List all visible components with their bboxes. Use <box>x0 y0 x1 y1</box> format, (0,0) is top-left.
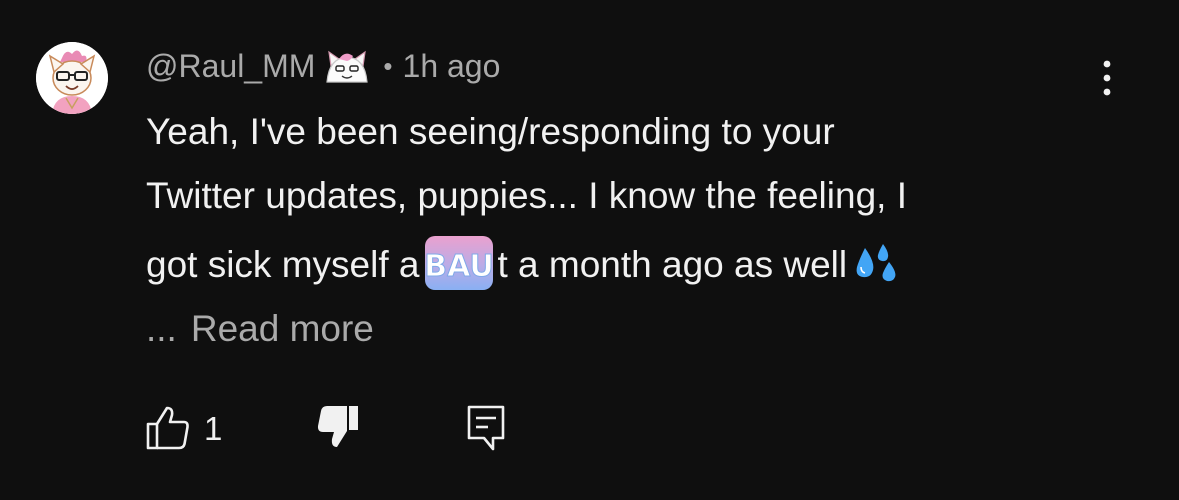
emote-label: BAU <box>425 249 495 284</box>
read-more-label: Read more <box>190 308 374 349</box>
member-badge-icon <box>323 46 371 86</box>
comment-item: @Raul_MM • 1h ago Yeah, I've been seeing… <box>0 0 1179 500</box>
reply-button[interactable] <box>466 404 506 452</box>
comment-icon <box>467 405 505 451</box>
comment-text-line: got sick myself a BAU t a month ago as w… <box>146 228 1106 302</box>
comment-text-line: Yeah, I've been seeing/responding to you… <box>146 111 835 152</box>
read-more-link[interactable]: ... Read more <box>146 308 374 350</box>
timestamp[interactable]: 1h ago <box>403 48 501 85</box>
more-actions-button[interactable] <box>1090 56 1124 100</box>
comment-text-segment: t a month ago as well <box>497 244 848 285</box>
comment-text: Yeah, I've been seeing/responding to you… <box>146 100 1106 302</box>
dislike-button[interactable] <box>316 404 360 450</box>
read-more-ellipsis: ... <box>146 308 177 349</box>
avatar[interactable] <box>36 42 108 114</box>
sweat-droplets-icon <box>851 242 899 284</box>
comment-text-line: Twitter updates, puppies... I know the f… <box>146 175 907 216</box>
thumbs-down-icon <box>317 406 358 447</box>
like-count: 1 <box>204 410 223 447</box>
like-button[interactable] <box>146 404 190 450</box>
avatar-image <box>36 42 108 114</box>
username[interactable]: @Raul_MM <box>146 48 315 85</box>
vertical-dots-icon <box>1103 60 1111 96</box>
comment-text-segment: got sick myself a <box>146 244 420 285</box>
thumbs-up-icon <box>146 406 189 450</box>
comment-header: @Raul_MM • 1h ago <box>146 46 500 86</box>
bau-emote-icon: BAU <box>423 234 495 292</box>
separator-dot: • <box>383 50 393 81</box>
